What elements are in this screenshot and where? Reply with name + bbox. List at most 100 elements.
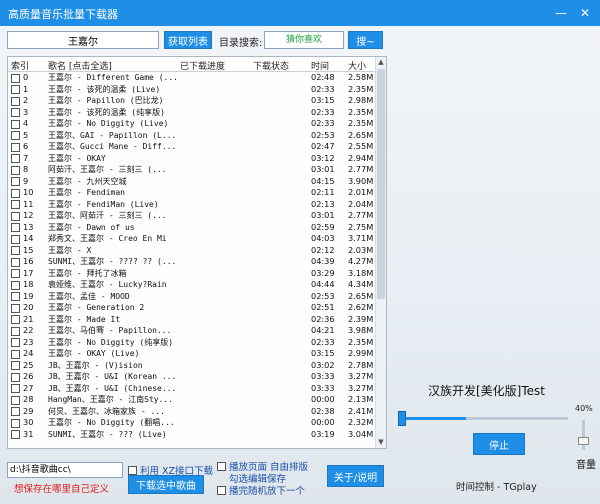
table-row[interactable]: 12 王嘉尔、阿茹汗 - 三刻三 (... 03:01 2.77M bbox=[8, 210, 376, 222]
row-name: SUNMI、王嘉尔 - ???? ?? (... bbox=[48, 257, 177, 266]
volume-slider[interactable] bbox=[582, 420, 585, 450]
table-row[interactable]: 6 王嘉尔、Gucci Mane - Diff... 02:47 2.55M bbox=[8, 141, 376, 153]
row-checkbox[interactable] bbox=[11, 280, 20, 290]
row-checkbox[interactable] bbox=[11, 372, 20, 382]
row-checkbox[interactable] bbox=[11, 257, 20, 267]
row-checkbox[interactable] bbox=[11, 177, 20, 186]
row-checkbox[interactable] bbox=[11, 269, 20, 278]
table-row[interactable]: 26 JB、王嘉尔 - U&I (Korean ... 03:33 3.27M bbox=[8, 371, 376, 383]
row-duration: 03:02 bbox=[311, 359, 335, 370]
row-checkbox[interactable] bbox=[11, 165, 20, 175]
stop-button[interactable]: 停止 bbox=[473, 433, 525, 455]
checkbox-box[interactable] bbox=[217, 462, 226, 471]
table-row[interactable]: 0 王嘉尔 - Different Game (... 02:48 2.58M bbox=[8, 72, 376, 84]
progress-slider[interactable] bbox=[398, 411, 568, 426]
table-row[interactable]: 9 王嘉尔 - 九州天空城 04:15 3.90M bbox=[8, 176, 376, 188]
table-row[interactable]: 8 阿茹汗、王嘉尔 - 三刻三 (... 03:01 2.77M bbox=[8, 164, 376, 176]
dir-search-input[interactable]: 猜你喜欢 bbox=[264, 31, 344, 49]
search-button[interactable]: 搜~ bbox=[348, 31, 383, 49]
table-row[interactable]: 25 JB、王嘉尔 - (V)ision 03:02 2.78M bbox=[8, 360, 376, 372]
minimize-icon[interactable]: — bbox=[552, 4, 570, 22]
row-checkbox[interactable] bbox=[11, 96, 20, 106]
row-checkbox[interactable] bbox=[11, 108, 20, 117]
about-button[interactable]: 关于/说明 bbox=[327, 465, 384, 487]
row-checkbox[interactable] bbox=[11, 292, 20, 301]
table-row[interactable]: 24 王嘉尔 - OKAY (Live) 03:15 2.99M bbox=[8, 348, 376, 360]
table-row[interactable]: 17 王嘉尔 - 拜托了冰箱 03:29 3.18M bbox=[8, 268, 376, 280]
scroll-thumb[interactable] bbox=[377, 69, 385, 299]
row-duration: 02:53 bbox=[311, 290, 335, 301]
row-checkbox[interactable] bbox=[11, 338, 20, 347]
header-size[interactable]: 大小 bbox=[348, 59, 366, 72]
table-row[interactable]: 4 王嘉尔 - No Diggity (Live) 02:33 2.35M bbox=[8, 118, 376, 130]
row-checkbox[interactable] bbox=[11, 384, 20, 393]
table-row[interactable]: 22 王嘉尔、马伯骞 - Papillon... 04:21 3.98M bbox=[8, 325, 376, 337]
row-checkbox[interactable] bbox=[11, 142, 20, 152]
table-row[interactable]: 20 王嘉尔 - Generation 2 02:51 2.62M bbox=[8, 302, 376, 314]
row-checkbox[interactable] bbox=[11, 246, 20, 255]
row-checkbox[interactable] bbox=[11, 315, 20, 324]
row-checkbox[interactable] bbox=[11, 188, 20, 198]
progress-handle[interactable] bbox=[398, 411, 406, 426]
row-checkbox[interactable] bbox=[11, 395, 20, 405]
row-checkbox[interactable] bbox=[11, 154, 20, 163]
row-checkbox[interactable] bbox=[11, 234, 20, 244]
table-row[interactable]: 1 王嘉尔 - 该死的温柔 (Live) 02:33 2.35M bbox=[8, 84, 376, 96]
header-progress[interactable]: 已下载进度 bbox=[180, 59, 225, 72]
row-index: 4 bbox=[23, 118, 29, 128]
scroll-up-icon[interactable]: ▲ bbox=[376, 57, 386, 68]
row-checkbox[interactable] bbox=[11, 361, 20, 370]
row-checkbox[interactable] bbox=[11, 303, 20, 313]
download-selected-button[interactable]: 下载选中歌曲 bbox=[128, 475, 204, 494]
row-checkbox[interactable] bbox=[11, 85, 20, 94]
row-checkbox[interactable] bbox=[11, 211, 20, 221]
table-row[interactable]: 18 袁娅维、王嘉尔 - Lucky?Rain 04:44 4.34M bbox=[8, 279, 376, 291]
table-row[interactable]: 28 HangMan、王嘉尔 - 江南Sty... 00:00 2.13M bbox=[8, 394, 376, 406]
header-name-select-all[interactable]: 歌名 [点击全选] bbox=[48, 59, 112, 72]
table-row[interactable]: 21 王嘉尔 - Made It 02:36 2.39M bbox=[8, 314, 376, 326]
song-list[interactable]: 索引 歌名 [点击全选] 已下载进度 下载状态 时间 大小 0 王嘉尔 - Dif… bbox=[7, 56, 387, 449]
list-scrollbar[interactable]: ▲ ▼ bbox=[375, 57, 386, 448]
table-row[interactable]: 29 何炅、王嘉尔、冰箱家族 - ... 02:38 2.41M bbox=[8, 406, 376, 418]
table-row[interactable]: 7 王嘉尔 - OKAY 03:12 2.94M bbox=[8, 153, 376, 165]
fetch-list-button[interactable]: 获取列表 bbox=[164, 31, 212, 49]
row-size: 2.98M bbox=[348, 95, 374, 105]
row-checkbox[interactable] bbox=[11, 418, 20, 428]
table-row[interactable]: 19 王嘉尔、孟佳 - MOOD 02:53 2.65M bbox=[8, 291, 376, 303]
row-name: 王嘉尔 - Made It bbox=[48, 314, 121, 324]
row-checkbox[interactable] bbox=[11, 131, 20, 140]
table-row[interactable]: 10 王嘉尔 - Fendiman 02:11 2.01M bbox=[8, 187, 376, 199]
save-path-input[interactable]: d:\抖音歌曲cc\ bbox=[7, 462, 123, 478]
row-checkbox[interactable] bbox=[11, 223, 20, 232]
table-row[interactable]: 13 王嘉尔 - Dawn of us 02:59 2.75M bbox=[8, 222, 376, 234]
row-checkbox[interactable] bbox=[11, 349, 20, 359]
volume-handle[interactable] bbox=[578, 437, 589, 445]
row-checkbox[interactable] bbox=[11, 73, 20, 83]
table-row[interactable]: 2 王嘉尔 - Papillon (巴比龙) 03:15 2.98M bbox=[8, 95, 376, 107]
table-row[interactable]: 30 王嘉尔 - No Diggity (翻唱... 00:00 2.32M bbox=[8, 417, 376, 429]
header-status[interactable]: 下载状态 bbox=[253, 59, 289, 72]
row-checkbox[interactable] bbox=[11, 200, 20, 209]
header-duration[interactable]: 时间 bbox=[311, 59, 329, 72]
header-index[interactable]: 索引 bbox=[11, 59, 29, 72]
table-row[interactable]: 31 SUNMI、王嘉尔 - ??? (Live) 03:19 3.04M bbox=[8, 429, 376, 441]
table-row[interactable]: 23 王嘉尔 - No Diggity (纯享版) 02:33 2.35M bbox=[8, 337, 376, 349]
row-checkbox[interactable] bbox=[11, 119, 20, 129]
checkbox-box[interactable] bbox=[128, 466, 137, 475]
checkbox-box[interactable] bbox=[217, 486, 226, 495]
table-row[interactable]: 3 王嘉尔 - 该死的温柔 (纯享版) 02:33 2.35M bbox=[8, 107, 376, 119]
table-row[interactable]: 27 JB、王嘉尔 - U&I (Chinese... 03:33 3.27M bbox=[8, 383, 376, 395]
row-checkbox[interactable] bbox=[11, 407, 20, 416]
row-checkbox[interactable] bbox=[11, 326, 20, 336]
scroll-down-icon[interactable]: ▼ bbox=[376, 437, 386, 448]
search-input[interactable] bbox=[7, 31, 159, 49]
table-row[interactable]: 16 SUNMI、王嘉尔 - ???? ?? (... 04:39 4.27M bbox=[8, 256, 376, 268]
close-icon[interactable]: ✕ bbox=[576, 4, 594, 22]
row-checkbox[interactable] bbox=[11, 430, 20, 439]
table-row[interactable]: 5 王嘉尔、GAI - Papillon (L... 02:53 2.65M bbox=[8, 130, 376, 142]
random-next-checkbox[interactable]: 播完随机放下一个 bbox=[217, 483, 305, 497]
table-row[interactable]: 14 郑秀文、王嘉尔 - Creo En Mi 04:03 3.71M bbox=[8, 233, 376, 245]
table-row[interactable]: 15 王嘉尔 - X 02:12 2.03M bbox=[8, 245, 376, 257]
row-duration: 03:01 bbox=[311, 210, 335, 220]
table-row[interactable]: 11 王嘉尔 - FendiMan (Live) 02:13 2.04M bbox=[8, 199, 376, 211]
